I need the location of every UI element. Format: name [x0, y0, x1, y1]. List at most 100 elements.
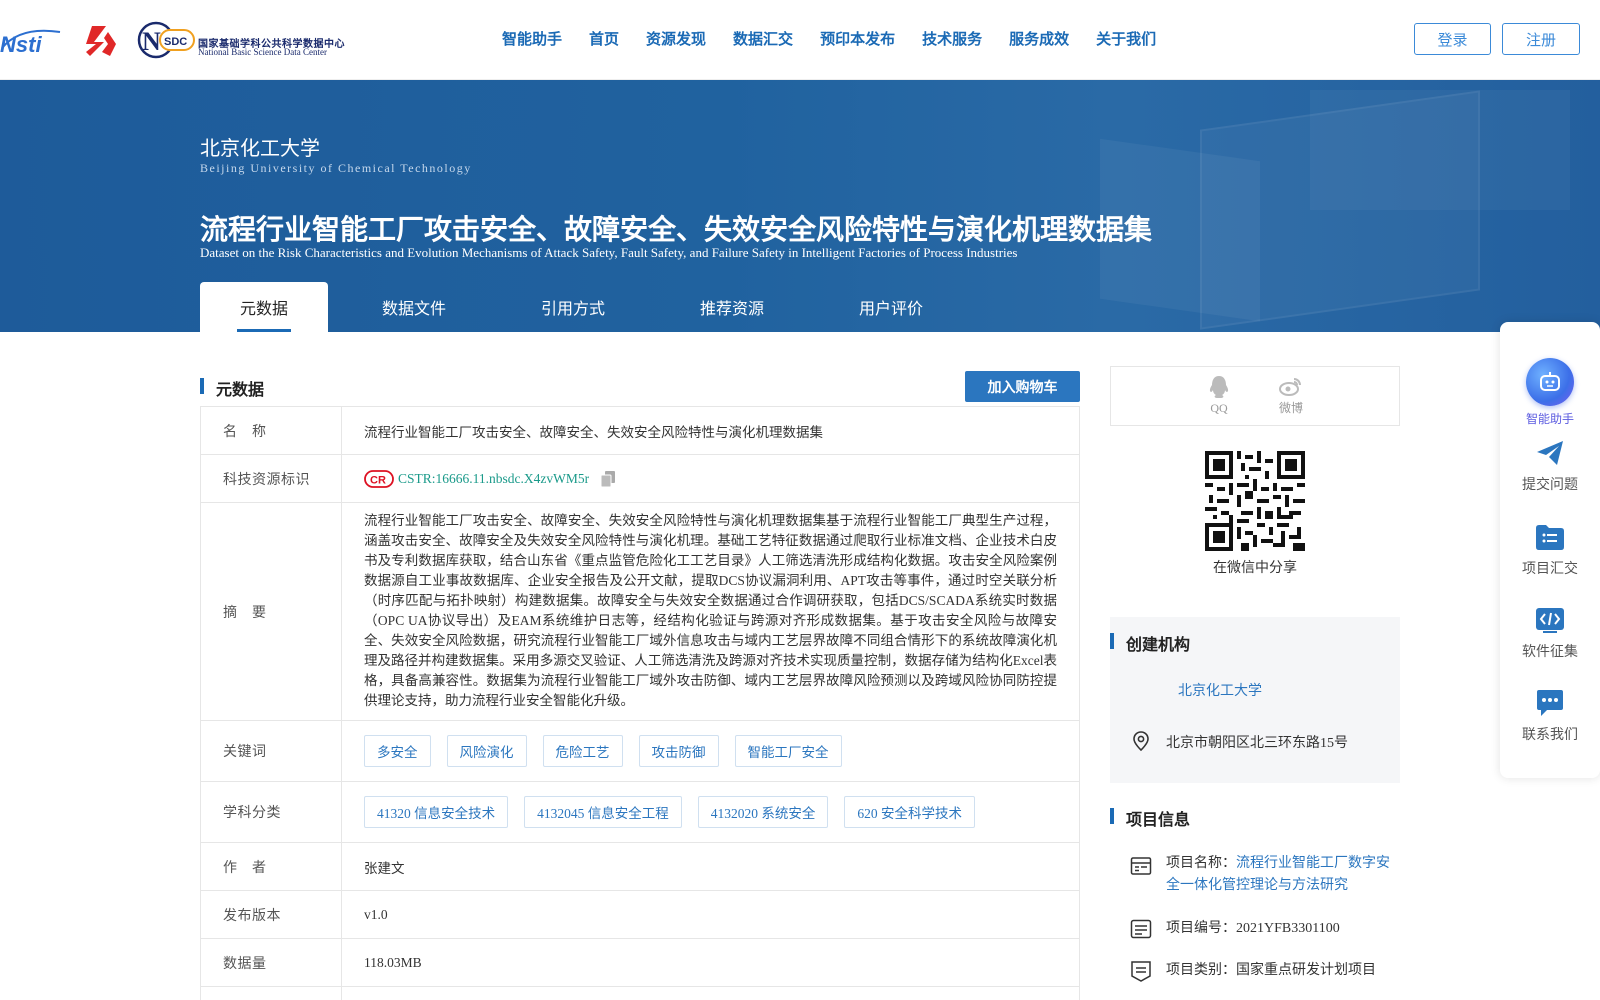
- abstract-value: 流程行业智能工厂攻击安全、故障安全、失效安全风险特性与演化机理数据集基于流程行业…: [364, 512, 1057, 708]
- project-name-item: 项目名称：流程行业智能工厂数字安全一体化管控理论与方法研究: [1130, 853, 1390, 897]
- subject-tag[interactable]: 41320 信息安全技术: [364, 796, 509, 828]
- nav-home[interactable]: 首页: [589, 28, 619, 49]
- version-label: 发布版本: [201, 891, 342, 938]
- copy-icon[interactable]: [601, 470, 616, 487]
- subject-label: 学科分类: [201, 782, 342, 842]
- subject-list: 41320 信息安全技术 4132045 信息安全工程 4132020 系统安全…: [342, 782, 1079, 842]
- institution-name-en: Beijing University of Chemical Technolog…: [200, 161, 472, 175]
- project-type-text: 项目类别：国家重点研发计划项目: [1166, 960, 1392, 982]
- project-code-icon: [1130, 919, 1152, 939]
- author-label: 作 者: [201, 843, 342, 890]
- version-value: v1.0: [364, 906, 388, 922]
- tab-citation[interactable]: 引用方式: [500, 282, 646, 332]
- nsdc-logo[interactable]: N SDC 国家基础学科公共科学数据中心 National Basic Scie…: [136, 20, 351, 60]
- institution-red-logo[interactable]: [82, 22, 120, 58]
- section-marker: [200, 378, 204, 394]
- keyword-tag[interactable]: 攻击防御: [638, 735, 719, 767]
- share-box: QQ 微博: [1110, 366, 1400, 426]
- add-to-cart-button[interactable]: 加入购物车: [965, 371, 1080, 402]
- project-type-item: 项目类别：国家重点研发计划项目: [1130, 960, 1390, 982]
- project-name-text: 项目名称：流程行业智能工厂数字安全一体化管控理论与方法研究: [1166, 853, 1392, 897]
- subject-tag[interactable]: 620 安全科学技术: [844, 796, 975, 828]
- keyword-tag[interactable]: 智能工厂安全: [734, 735, 842, 767]
- project-code-item: 项目编号：2021YFB3301100: [1130, 918, 1390, 940]
- nav-preprint[interactable]: 预印本发布: [820, 28, 895, 49]
- top-header: Nsti N SDC 国家基础学科公共科学数据中心 National Basic…: [0, 0, 1600, 80]
- share-qq-button[interactable]: QQ: [1199, 375, 1239, 416]
- dataset-banner: 北京化工大学 Beijing University of Chemical Te…: [0, 80, 1600, 332]
- register-button[interactable]: 注册: [1502, 23, 1580, 55]
- project-type-value: 国家重点研发计划项目: [1236, 963, 1376, 978]
- nav-about[interactable]: 关于我们: [1096, 28, 1156, 49]
- metadata-table: 名 称 流程行业智能工厂攻击安全、故障安全、失效安全风险特性与演化机理数据集 科…: [200, 406, 1080, 1000]
- name-label: 名 称: [201, 407, 342, 454]
- table-row: 作 者 张建文: [201, 843, 1079, 891]
- code-icon: [1536, 608, 1564, 633]
- weibo-icon: [1279, 378, 1301, 396]
- dataset-title-en: Dataset on the Risk Characteristics and …: [200, 245, 1018, 260]
- author-value: 张建文: [364, 860, 405, 876]
- table-cell: [201, 987, 342, 1000]
- table-row: 学科分类 41320 信息安全技术 4132045 信息安全工程 4132020…: [201, 782, 1079, 843]
- nav-resource-discovery[interactable]: 资源发现: [646, 28, 706, 49]
- nav-service-results[interactable]: 服务成效: [1009, 28, 1069, 49]
- qq-icon: [1209, 376, 1229, 398]
- identifier-cell: CR CSTR:16666.11.nbsdc.X4zvWM5r: [342, 455, 1079, 502]
- project-code-text: 项目编号：2021YFB3301100: [1166, 918, 1392, 940]
- submit-question-button[interactable]: 提交问题: [1500, 438, 1600, 494]
- share-weibo-button[interactable]: 微博: [1271, 375, 1311, 416]
- svg-text:Nsti: Nsti: [0, 32, 42, 57]
- dataset-tabs: 元数据 数据文件 引用方式 推荐资源 用户评价: [200, 282, 964, 332]
- share-weibo-label: 微博: [1278, 401, 1303, 415]
- project-card-icon: [1130, 857, 1152, 875]
- metadata-section-title: 元数据: [216, 382, 265, 399]
- data-size-label: 数据量: [201, 939, 342, 986]
- main-nav: 智能助手 首页 资源发现 数据汇交 预印本发布 技术服务 服务成效 关于我们: [502, 28, 1183, 49]
- creator-org-link[interactable]: 北京化工大学: [1178, 680, 1262, 700]
- tab-user-reviews[interactable]: 用户评价: [818, 282, 964, 332]
- nsdc-logo-en: National Basic Science Data Center: [198, 47, 327, 57]
- tab-data-files[interactable]: 数据文件: [328, 282, 500, 332]
- keyword-tag[interactable]: 危险工艺: [542, 735, 623, 767]
- table-row: 发布版本 v1.0: [201, 891, 1079, 939]
- tab-recommended[interactable]: 推荐资源: [646, 282, 818, 332]
- wechat-qr-code: [1205, 451, 1305, 551]
- keywords-list: 多安全 风险演化 危险工艺 攻击防御 智能工厂安全: [342, 721, 1079, 781]
- table-row: 科技资源标识 CR CSTR:16666.11.nbsdc.X4zvWM5r: [201, 455, 1079, 503]
- ai-assistant-label: 智能助手: [1525, 412, 1574, 426]
- ai-assistant-button[interactable]: 智能助手: [1500, 358, 1600, 427]
- section-marker: [1110, 633, 1114, 649]
- abstract-label: 摘 要: [201, 503, 342, 720]
- banner-decoration: [1310, 90, 1570, 210]
- keyword-tag[interactable]: 风险演化: [446, 735, 527, 767]
- floating-toolbar: 智能助手 提交问题 项目汇交 软件征集 联系我们: [1500, 322, 1600, 778]
- tab-metadata[interactable]: 元数据: [200, 282, 328, 332]
- table-row: 关键词 多安全 风险演化 危险工艺 攻击防御 智能工厂安全: [201, 721, 1079, 782]
- nav-tech-services[interactable]: 技术服务: [922, 28, 982, 49]
- nsti-logo[interactable]: Nsti: [0, 24, 66, 58]
- nsdc-mark-icon: N SDC: [137, 21, 195, 59]
- table-row: 数据量 118.03MB: [201, 939, 1079, 987]
- login-button[interactable]: 登录: [1414, 23, 1491, 55]
- nav-ai-assistant[interactable]: 智能助手: [502, 28, 562, 49]
- contact-us-button[interactable]: 联系我们: [1500, 688, 1600, 744]
- project-submission-label: 项目汇交: [1522, 562, 1578, 577]
- robot-icon: [1526, 358, 1574, 406]
- subject-tag[interactable]: 4132045 信息安全工程: [524, 796, 682, 828]
- keyword-tag[interactable]: 多安全: [364, 735, 431, 767]
- section-marker: [1110, 808, 1114, 824]
- project-submission-button[interactable]: 项目汇交: [1500, 522, 1600, 578]
- nav-data-submission[interactable]: 数据汇交: [733, 28, 793, 49]
- location-pin-icon: [1133, 731, 1149, 752]
- institution-name[interactable]: 北京化工大学: [200, 132, 320, 161]
- svg-text:N: N: [142, 27, 161, 56]
- cstr-identifier[interactable]: CR CSTR:16666.11.nbsdc.X4zvWM5r: [364, 469, 589, 488]
- table-row: 名 称 流程行业智能工厂攻击安全、故障安全、失效安全风险特性与演化机理数据集: [201, 407, 1079, 455]
- metadata-section-header: 元数据 加入购物车: [200, 366, 1080, 406]
- submit-question-label: 提交问题: [1522, 478, 1578, 493]
- svg-text:CR: CR: [370, 474, 386, 486]
- subject-tag[interactable]: 4132020 系统安全: [697, 796, 829, 828]
- project-code-value: 2021YFB3301100: [1236, 921, 1340, 936]
- software-collection-button[interactable]: 软件征集: [1500, 605, 1600, 661]
- project-type-icon: [1131, 961, 1151, 982]
